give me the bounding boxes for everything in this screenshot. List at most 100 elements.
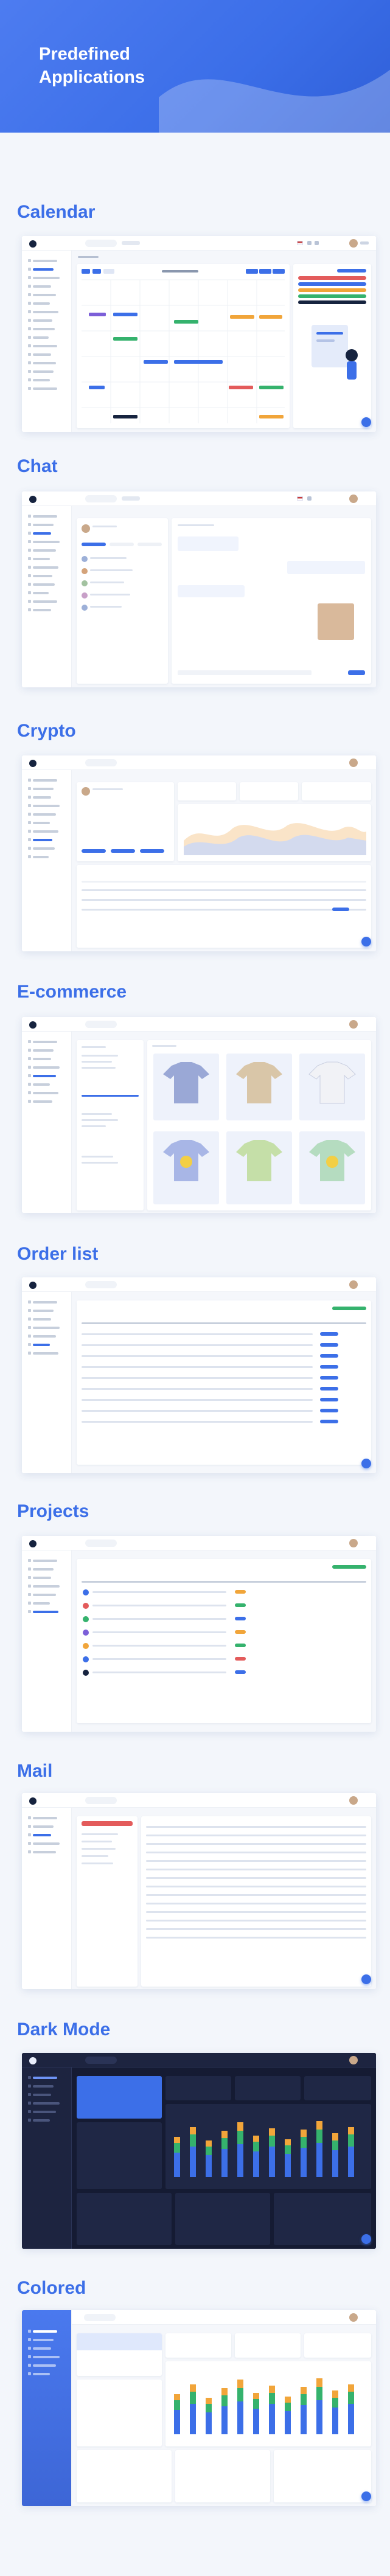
avatar-icon[interactable] <box>349 2056 358 2064</box>
avatar-icon[interactable] <box>349 1796 358 1805</box>
calendar-grid[interactable] <box>77 264 290 428</box>
topbar <box>22 1277 376 1292</box>
avatar-icon[interactable] <box>349 2313 358 2322</box>
section-title-calendar: Calendar <box>17 202 96 222</box>
product-card[interactable] <box>299 1131 365 1204</box>
add-project-button[interactable] <box>332 1565 366 1569</box>
mail-screenshot[interactable] <box>22 1793 376 1989</box>
crypto-screenshot[interactable] <box>22 755 376 951</box>
colored-screenshot[interactable] <box>22 2310 376 2506</box>
overview-chart <box>165 2361 371 2446</box>
ecommerce-screenshot[interactable] <box>22 1017 376 1213</box>
dashboard-main <box>72 2325 376 2506</box>
products-grid[interactable] <box>147 1040 371 1210</box>
topbar <box>22 1536 376 1550</box>
welcome-card <box>77 2076 162 2119</box>
contacts-panel[interactable] <box>77 518 168 684</box>
topbar <box>22 755 376 770</box>
orders-screenshot[interactable] <box>22 1277 376 1473</box>
projects-table[interactable] <box>77 1559 371 1723</box>
add-button[interactable] <box>361 417 371 427</box>
add-button[interactable] <box>361 2234 371 2244</box>
events-panel[interactable] <box>293 264 371 428</box>
add-button[interactable] <box>361 2491 371 2501</box>
compose-button[interactable] <box>82 1821 133 1826</box>
product-card[interactable] <box>226 1131 292 1204</box>
chat-screenshot[interactable] <box>22 491 376 687</box>
section-title-orders: Order list <box>17 1244 99 1264</box>
product-card[interactable] <box>153 1054 219 1120</box>
section-title-mail: Mail <box>17 1761 53 1781</box>
logo-icon <box>29 1282 37 1289</box>
search-icon[interactable] <box>85 2057 117 2064</box>
logo-icon <box>29 760 37 767</box>
calendar-screenshot[interactable] <box>22 236 376 432</box>
mail-folders[interactable] <box>77 1816 138 1987</box>
wallet-card[interactable] <box>77 782 174 861</box>
mail-list[interactable] <box>141 1816 371 1987</box>
search-icon[interactable] <box>85 1281 117 1288</box>
transactions-table[interactable] <box>77 865 371 948</box>
product-card[interactable] <box>153 1131 219 1204</box>
sidebar <box>22 1808 72 1989</box>
search-icon[interactable] <box>85 759 117 766</box>
product-card[interactable] <box>299 1054 365 1120</box>
projects-screenshot[interactable] <box>22 1536 376 1732</box>
dashboard-main <box>72 2067 376 2249</box>
avatar-icon[interactable] <box>349 1020 358 1029</box>
add-button[interactable] <box>361 1974 371 1984</box>
avatar-icon[interactable] <box>349 1280 358 1289</box>
add-button[interactable] <box>361 937 371 946</box>
product-card[interactable] <box>226 1054 292 1120</box>
stat-card <box>165 2333 231 2358</box>
add-button[interactable] <box>361 1459 371 1468</box>
logo-icon <box>29 1797 37 1805</box>
flag-icon[interactable] <box>297 496 303 501</box>
search-icon[interactable] <box>84 2314 116 2321</box>
avatar-icon[interactable] <box>349 1539 358 1547</box>
stat-card <box>165 2076 231 2100</box>
stat-card <box>240 782 298 800</box>
search-icon[interactable] <box>85 1021 117 1028</box>
logo-icon <box>29 2057 37 2064</box>
add-order-button[interactable] <box>332 1307 366 1310</box>
chat-main <box>72 506 376 687</box>
avatar-icon[interactable] <box>349 239 358 248</box>
bell-icon[interactable] <box>307 496 312 501</box>
section-title-ecommerce: E-commerce <box>17 982 127 1002</box>
calendar-main <box>72 251 376 432</box>
activity-card <box>77 2450 172 2502</box>
search-icon[interactable] <box>85 1540 117 1547</box>
mail-main <box>72 1808 376 1989</box>
shared-image[interactable] <box>318 603 354 640</box>
filters-panel[interactable] <box>77 1040 144 1210</box>
conversation-panel[interactable] <box>172 518 371 684</box>
flag-icon[interactable] <box>297 241 303 245</box>
section-title-dark: Dark Mode <box>17 2019 111 2040</box>
section-title-chat: Chat <box>17 456 58 476</box>
activity-card <box>77 2193 172 2245</box>
stat-card <box>235 2076 301 2100</box>
projects-main <box>72 1550 376 1732</box>
search-icon[interactable] <box>85 240 117 247</box>
logo-icon <box>29 1540 37 1547</box>
dark-mode-screenshot[interactable] <box>22 2053 376 2249</box>
send-button[interactable] <box>348 670 365 675</box>
sidebar <box>22 2310 72 2506</box>
orders-table[interactable] <box>77 1300 371 1465</box>
chat-icon[interactable] <box>315 241 319 245</box>
top-selling-card <box>274 2450 371 2502</box>
bell-icon[interactable] <box>307 241 312 245</box>
sidebar <box>22 1292 72 1473</box>
sidebar <box>22 251 72 432</box>
search-icon[interactable] <box>85 1797 117 1804</box>
apps-icon[interactable] <box>122 496 140 501</box>
illustration <box>312 325 358 380</box>
apps-icon[interactable] <box>122 241 140 245</box>
avatar-icon[interactable] <box>349 759 358 767</box>
avatar-icon[interactable] <box>349 495 358 503</box>
price-chart <box>178 804 371 861</box>
stat-card <box>235 2333 301 2358</box>
search-icon[interactable] <box>85 495 117 502</box>
topbar <box>22 236 376 251</box>
